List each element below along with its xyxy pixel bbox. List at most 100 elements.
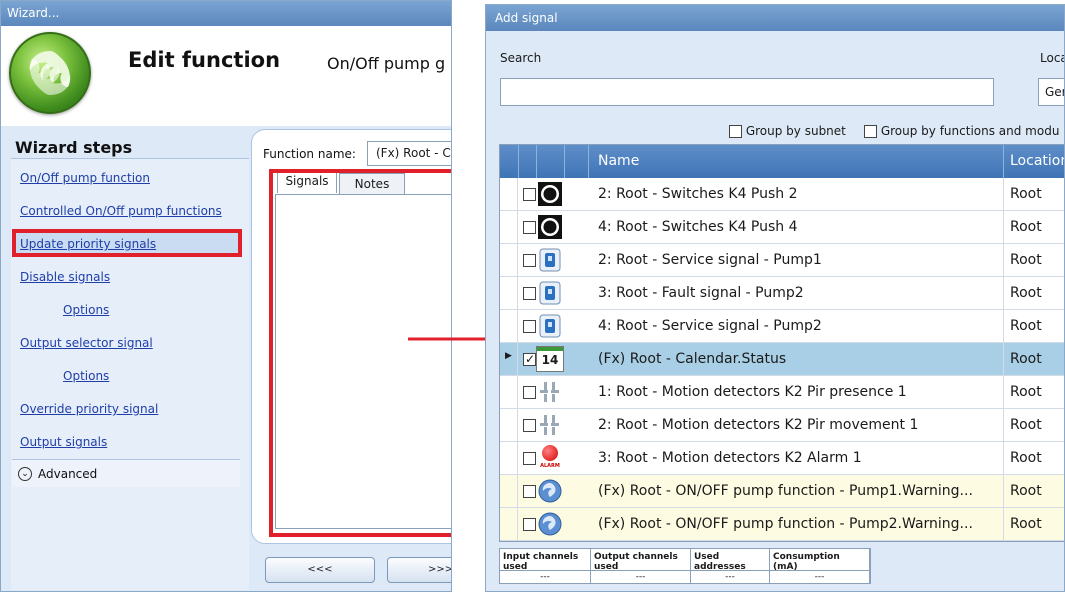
add-signal-window: Add signal Search Loca Ger Group by subn… (485, 4, 1065, 592)
row-checkbox[interactable] (523, 386, 536, 399)
stat-used-addresses: Used addresses --- (691, 549, 770, 583)
service-signal-icon (539, 314, 561, 338)
row-location: Root (1010, 318, 1042, 334)
advanced-label: Advanced (38, 467, 98, 481)
page-title: Edit function (128, 48, 281, 72)
checkbox-icon (729, 125, 742, 138)
table-row[interactable]: 4: Root - Service signal - Pump2 Root (500, 310, 1064, 343)
chevron-down-icon: ⌄ (18, 467, 32, 481)
signals-grid: Name Location 2: Root - Switches K4 Push… (499, 144, 1064, 542)
stat-input-channels: Input channels used --- (500, 549, 591, 583)
fault-signal-icon (539, 281, 561, 305)
row-location: Root (1010, 285, 1042, 301)
row-location: Root (1010, 516, 1042, 532)
row-name: (Fx) Root - Calendar.Status (598, 351, 787, 367)
row-name: 3: Root - Motion detectors K2 Alarm 1 (598, 450, 862, 466)
wizard-steps-title: Wizard steps (15, 138, 133, 157)
step-override-priority-signal[interactable]: Override priority signal (20, 402, 158, 416)
row-checkbox[interactable] (523, 485, 536, 498)
push-button-icon (538, 215, 562, 239)
checkmark-icon: ✓ (525, 352, 536, 366)
table-row[interactable]: 2: Root - Motion detectors K2 Pir moveme… (500, 409, 1064, 442)
step-output-signals[interactable]: Output signals (20, 435, 107, 449)
signals-highlight-box (269, 169, 451, 537)
add-signal-title-bar: Add signal (486, 5, 1064, 31)
row-checkbox[interactable] (523, 254, 536, 267)
table-row[interactable]: 3: Root - Fault signal - Pump2 Root (500, 277, 1064, 310)
stat-output-channels: Output channels used --- (591, 549, 691, 583)
column-header-name[interactable]: Name (598, 153, 639, 169)
group-by-functions-label: Group by functions and modu (880, 124, 1060, 138)
table-row[interactable]: 2: Root - Switches K4 Push 2 Root (500, 178, 1064, 211)
row-location: Root (1010, 450, 1042, 466)
step-output-selector-signal[interactable]: Output selector signal (20, 336, 153, 350)
function-name-input[interactable]: (Fx) Root - C (367, 141, 451, 166)
search-input[interactable] (500, 78, 994, 106)
group-by-subnet-checkbox[interactable]: Group by subnet (729, 124, 846, 138)
group-by-subnet-label: Group by subnet (745, 124, 846, 138)
previous-button[interactable]: <<< (265, 557, 375, 583)
table-row-selected[interactable]: ▶ ✓ 14 (Fx) Root - Calendar.Status Root (500, 343, 1064, 376)
row-checkbox[interactable] (523, 518, 536, 531)
wizard-window: Wizard... Edit function On/Off pump g Wi… (0, 0, 452, 592)
function-name-label: Function name: (263, 147, 356, 161)
pump-function-icon (538, 479, 562, 503)
advanced-expander[interactable]: ⌄ Advanced (12, 459, 240, 487)
wizard-header: Edit function On/Off pump g (1, 26, 451, 126)
stat-consumption: Consumption (mA) --- (770, 549, 870, 583)
row-location: Root (1010, 351, 1042, 367)
table-row[interactable]: (Fx) Root - ON/OFF pump function - Pump2… (500, 508, 1064, 541)
row-name: 4: Root - Switches K4 Push 4 (598, 219, 798, 235)
motion-detector-icon (540, 382, 559, 402)
row-name: 2: Root - Switches K4 Push 2 (598, 186, 798, 202)
alarm-icon: ALARM (536, 445, 564, 471)
checkbox-icon (864, 125, 877, 138)
table-row[interactable]: 1: Root - Motion detectors K2 Pir presen… (500, 376, 1064, 409)
step-onoff-pump-function[interactable]: On/Off pump function (20, 171, 150, 185)
row-checkbox[interactable] (523, 188, 536, 201)
wizard-title-bar: Wizard... (1, 1, 451, 26)
grid-header: Name Location (500, 145, 1064, 178)
location-select[interactable]: Ger (1038, 78, 1064, 106)
motion-detector-icon (540, 415, 559, 435)
step-output-selector-options[interactable]: Options (63, 369, 109, 383)
row-checkbox[interactable] (523, 287, 536, 300)
next-button[interactable]: >>> (387, 557, 451, 583)
row-location: Root (1010, 417, 1042, 433)
row-checkbox[interactable] (523, 320, 536, 333)
row-name: 2: Root - Service signal - Pump1 (598, 252, 822, 268)
row-location: Root (1010, 483, 1042, 499)
step-disable-options[interactable]: Options (63, 303, 109, 317)
column-header-location[interactable]: Location (1010, 153, 1064, 169)
wizard-steps-panel: On/Off pump function Controlled On/Off p… (11, 158, 249, 590)
row-name: 3: Root - Fault signal - Pump2 (598, 285, 804, 301)
pump-function-icon (538, 512, 562, 536)
step-update-priority-signals[interactable]: Update priority signals (20, 237, 156, 251)
table-row[interactable]: 4: Root - Switches K4 Push 4 Root (500, 211, 1064, 244)
row-location: Root (1010, 219, 1042, 235)
row-name: 1: Root - Motion detectors K2 Pir presen… (598, 384, 907, 400)
stats-bar: Input channels used --- Output channels … (499, 548, 871, 584)
row-checkbox[interactable]: ✓ (523, 352, 536, 366)
row-checkbox[interactable] (523, 419, 536, 432)
location-label: Loca (1040, 51, 1064, 65)
page-subtitle: On/Off pump g (327, 54, 446, 73)
table-row[interactable]: ALARM 3: Root - Motion detectors K2 Alar… (500, 442, 1064, 475)
row-checkbox[interactable] (523, 452, 536, 465)
calendar-icon: 14 (536, 346, 564, 372)
row-name: 2: Root - Motion detectors K2 Pir moveme… (598, 417, 919, 433)
row-name: (Fx) Root - ON/OFF pump function - Pump2… (598, 516, 973, 532)
search-label: Search (500, 51, 542, 65)
row-location: Root (1010, 186, 1042, 202)
table-row[interactable]: 2: Root - Service signal - Pump1 Root (500, 244, 1064, 277)
step-controlled-pump-functions[interactable]: Controlled On/Off pump functions (20, 204, 222, 218)
group-by-functions-checkbox[interactable]: Group by functions and modu (864, 124, 1059, 138)
row-location: Root (1010, 384, 1042, 400)
table-row[interactable]: (Fx) Root - ON/OFF pump function - Pump1… (500, 475, 1064, 508)
row-name: (Fx) Root - ON/OFF pump function - Pump1… (598, 483, 973, 499)
row-checkbox[interactable] (523, 221, 536, 234)
push-button-icon (538, 182, 562, 206)
step-disable-signals[interactable]: Disable signals (20, 270, 110, 284)
row-pointer-icon: ▶ (505, 351, 512, 361)
app-logo-icon (9, 32, 91, 114)
